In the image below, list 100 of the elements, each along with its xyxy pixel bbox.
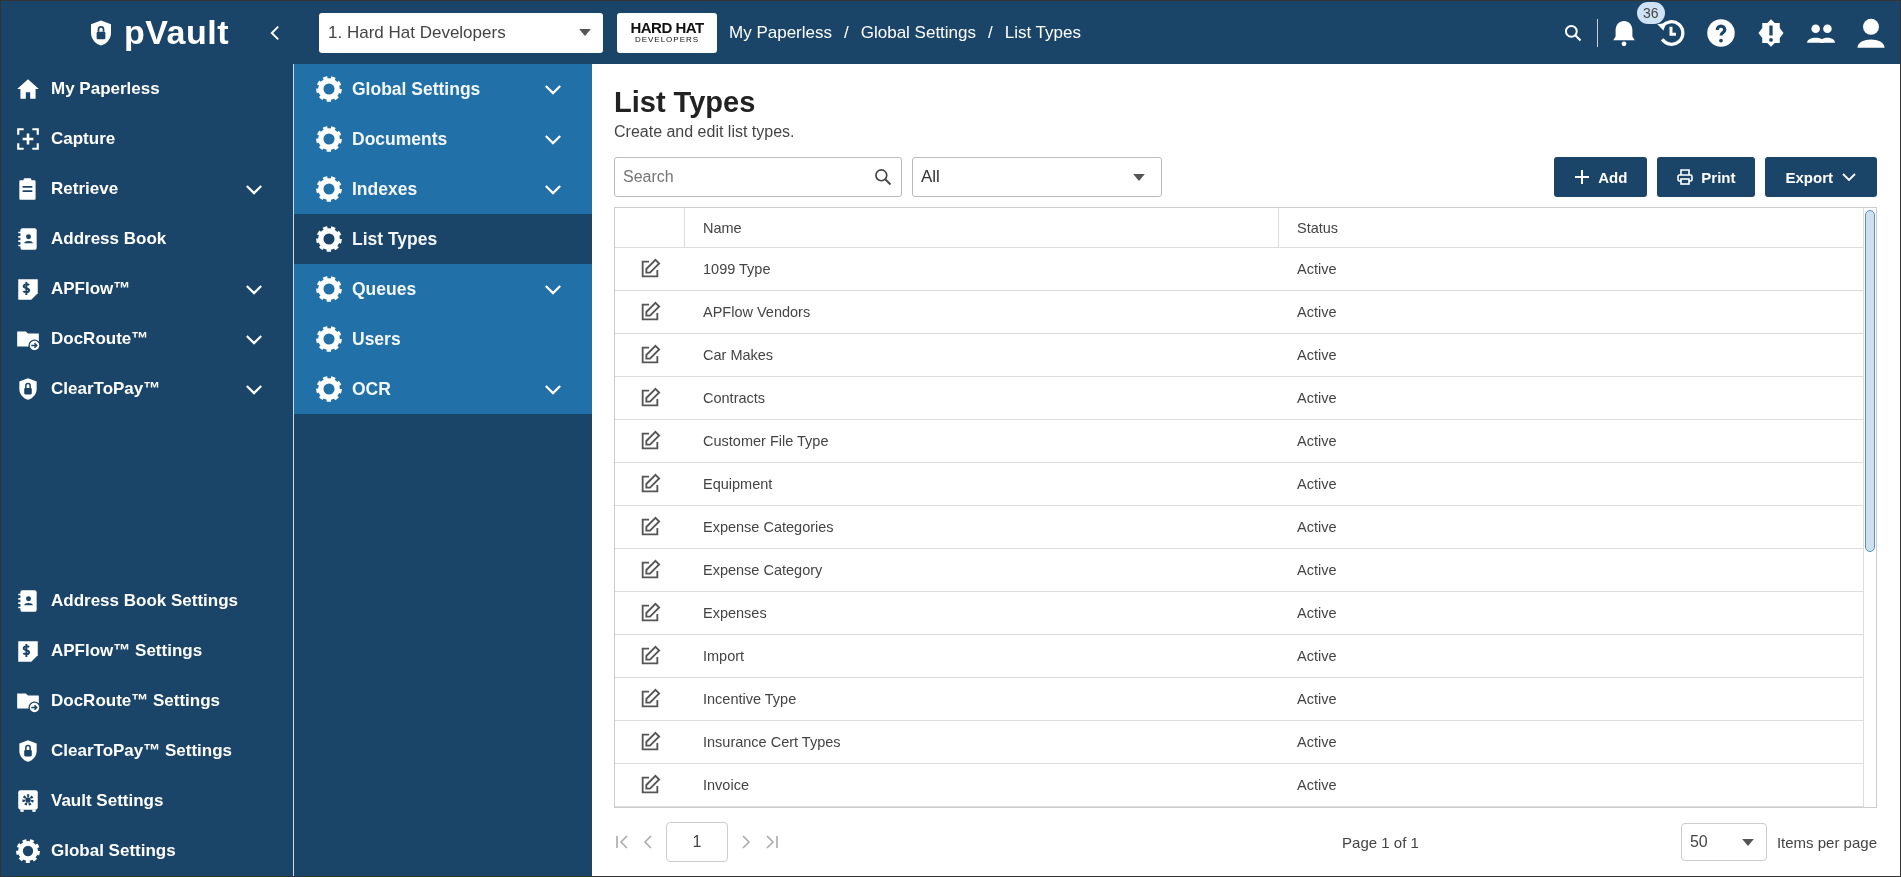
- submenu-item[interactable]: Documents: [294, 114, 592, 164]
- nav-item[interactable]: Retrieve: [1, 164, 293, 214]
- edit-button[interactable]: [639, 559, 661, 581]
- table-cell-text: Active: [1296, 476, 1338, 492]
- nav-item[interactable]: ClearToPay™: [1, 364, 293, 414]
- nav-item[interactable]: Address Book: [1, 214, 293, 264]
- table-cell-text: Active: [1296, 777, 1338, 793]
- edit-pencil-icon: [639, 258, 661, 280]
- breadcrumb-separator: /: [988, 22, 993, 43]
- gear-icon: [315, 325, 343, 353]
- help-button[interactable]: [1706, 17, 1736, 48]
- history-clock-icon: [1656, 17, 1686, 48]
- status-filter-select[interactable]: All: [912, 157, 1162, 197]
- nav-item[interactable]: Address Book Settings: [1, 576, 293, 626]
- notification-count-badge: 36: [1637, 1, 1665, 24]
- export-button[interactable]: Export: [1765, 157, 1877, 197]
- table-cell-text: Active: [1296, 562, 1338, 578]
- table-cell-text: 1099 Type: [702, 260, 772, 279]
- submenu-item[interactable]: Queues: [294, 264, 592, 314]
- submenu-item[interactable]: Indexes: [294, 164, 592, 214]
- submenu-item[interactable]: OCR: [294, 364, 592, 414]
- chevron-left-icon: [270, 24, 280, 41]
- profile-button[interactable]: [1856, 16, 1886, 49]
- edit-pencil-icon: [639, 473, 661, 495]
- page-subtitle: Create and edit list types.: [614, 123, 796, 141]
- edit-button[interactable]: [639, 731, 661, 753]
- page-summary: Page 1 of 1: [1342, 833, 1419, 851]
- submenu-item[interactable]: Global Settings: [294, 64, 592, 114]
- submenu-item[interactable]: List Types: [294, 214, 592, 264]
- column-header[interactable]: Status: [1279, 219, 1863, 236]
- table-cell-text: Equipment: [702, 475, 774, 494]
- company-select[interactable]: 1. Hard Hat Developers: [319, 12, 603, 53]
- column-header[interactable]: Name: [685, 208, 1279, 247]
- edit-button[interactable]: [639, 473, 661, 495]
- nav-item[interactable]: APFlow™ Settings: [1, 626, 293, 676]
- edit-pencil-icon: [639, 387, 661, 409]
- nav-item[interactable]: APFlow™: [1, 264, 293, 314]
- edit-button[interactable]: [639, 344, 661, 366]
- edit-button[interactable]: [639, 688, 661, 710]
- table-cell-text: Contracts: [702, 389, 767, 408]
- first-page-icon: [614, 834, 630, 850]
- nav-item[interactable]: DocRoute™: [1, 314, 293, 364]
- page-number-field[interactable]: 1: [666, 822, 728, 862]
- breadcrumb-link[interactable]: Global Settings: [860, 22, 976, 43]
- edit-button[interactable]: [639, 516, 661, 538]
- edit-button[interactable]: [639, 301, 661, 323]
- edit-button[interactable]: [639, 258, 661, 280]
- edit-pencil-icon: [639, 559, 661, 581]
- table-cell-text: Invoice: [702, 776, 750, 795]
- submenu-item[interactable]: Users: [294, 314, 592, 364]
- nav-item[interactable]: ClearToPay™ Settings: [1, 726, 293, 776]
- user-icon: [1856, 16, 1886, 49]
- gear-icon: [315, 375, 343, 403]
- history-button[interactable]: [1656, 17, 1686, 48]
- gear-icon: [315, 175, 343, 203]
- table-cell-text: Active: [1296, 433, 1338, 449]
- company-logo-name: HARD HAT: [630, 20, 704, 36]
- last-page-icon: [764, 834, 780, 850]
- edit-button[interactable]: [639, 774, 661, 796]
- scrollbar[interactable]: [1863, 208, 1876, 807]
- breadcrumb-link[interactable]: List Types: [1004, 22, 1081, 43]
- edit-button[interactable]: [639, 387, 661, 409]
- nav-item[interactable]: Global Settings: [1, 826, 293, 876]
- table-cell-text: APFlow Vendors: [702, 303, 812, 322]
- edit-pencil-icon: [639, 774, 661, 796]
- print-button[interactable]: Print: [1657, 157, 1756, 197]
- edit-pencil-icon: [639, 430, 661, 452]
- nav-item[interactable]: Vault Settings: [1, 776, 293, 826]
- table-cell-text: Active: [1296, 261, 1338, 277]
- alert-badge-icon: [1756, 17, 1786, 48]
- nav-item[interactable]: Capture: [1, 114, 293, 164]
- table-cell-text: Active: [1296, 734, 1338, 750]
- alerts-button[interactable]: [1756, 17, 1786, 48]
- add-button[interactable]: Add: [1554, 157, 1648, 197]
- search-field[interactable]: Search: [614, 157, 902, 197]
- table-cell-text: Active: [1296, 304, 1338, 320]
- breadcrumb-link[interactable]: My Paperless: [729, 22, 832, 43]
- items-per-page-label: Items per page: [1776, 833, 1877, 851]
- table-cell-text: Insurance Cert Types: [702, 733, 842, 752]
- edit-button[interactable]: [639, 602, 661, 624]
- scrollbar-thumb[interactable]: [1865, 210, 1875, 552]
- invoice-dollar-icon: [15, 276, 41, 302]
- edit-button[interactable]: [639, 645, 661, 667]
- edit-pencil-icon: [639, 301, 661, 323]
- users-button[interactable]: [1806, 21, 1836, 44]
- capture-frame-icon: [15, 126, 41, 152]
- help-icon: [1706, 17, 1736, 48]
- breadcrumb-separator: /: [844, 22, 849, 43]
- nav-item[interactable]: DocRoute™ Settings: [1, 676, 293, 726]
- table-cell-text: Customer File Type: [702, 432, 830, 451]
- edit-pencil-icon: [639, 645, 661, 667]
- search-button[interactable]: [1563, 22, 1583, 43]
- company-logo-tagline: DEVELOPERS: [634, 35, 700, 45]
- edit-button[interactable]: [639, 430, 661, 452]
- nav-item[interactable]: My Paperless: [1, 64, 293, 114]
- table-cell-text: Active: [1296, 347, 1338, 363]
- edit-pencil-icon: [639, 688, 661, 710]
- table-cell-text: Active: [1296, 605, 1338, 621]
- items-per-page-select[interactable]: 50: [1680, 823, 1767, 861]
- plus-icon: [1574, 169, 1591, 185]
